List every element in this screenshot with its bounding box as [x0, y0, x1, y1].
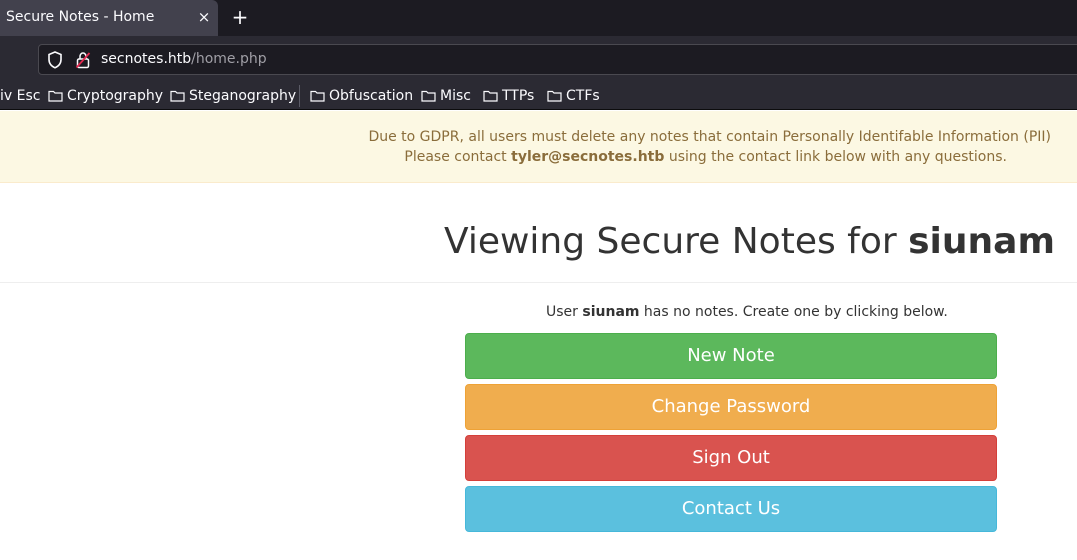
contact-us-button[interactable]: Contact Us: [465, 486, 997, 532]
tracking-protection-shield-icon[interactable]: [47, 51, 63, 69]
bookmark-label: Obfuscation: [329, 88, 414, 104]
folder-icon: [421, 90, 436, 102]
bookmark-misc[interactable]: Misc: [421, 87, 471, 105]
bookmarks-toolbar: iv Esc Cryptography Steganography Obfusc…: [0, 82, 1077, 110]
page-title-prefix: Viewing Secure Notes for: [444, 221, 909, 262]
bookmark-label: Steganography: [189, 88, 297, 104]
bookmark-label: TTPs: [502, 88, 535, 104]
folder-icon: [48, 90, 63, 102]
bookmark-ttps[interactable]: TTPs: [483, 87, 534, 105]
notice-text: using the contact link below with any qu…: [664, 149, 1007, 165]
notice-line-2: Please contact tyler@secnotes.htb using …: [404, 149, 1007, 165]
change-password-button[interactable]: Change Password: [465, 384, 997, 430]
info-username: siunam: [582, 304, 640, 320]
gdpr-notice: Due to GDPR, all users must delete any n…: [0, 111, 1077, 183]
tab-secure-notes-home[interactable]: Secure Notes - Home ×: [0, 0, 218, 36]
bookmark-label: CTFs: [566, 88, 600, 104]
page-title-username: siunam: [908, 221, 1055, 262]
folder-icon: [547, 90, 562, 102]
bookmark-label: iv Esc: [0, 88, 41, 104]
new-tab-icon[interactable]: +: [229, 5, 251, 29]
insecure-lock-icon[interactable]: [75, 51, 91, 69]
info-suffix: has no notes. Create one by clicking bel…: [639, 304, 948, 320]
divider: [0, 282, 1077, 283]
url-path: /home.php: [191, 51, 267, 67]
bookmark-priv-esc[interactable]: iv Esc: [0, 87, 40, 105]
bookmark-separator: [299, 85, 300, 107]
tab-strip: Secure Notes - Home × +: [0, 0, 1077, 36]
url-text[interactable]: secnotes.htb/home.php: [101, 51, 267, 67]
notice-line-1: Due to GDPR, all users must delete any n…: [368, 129, 1051, 145]
no-notes-message: User siunam has no notes. Create one by …: [546, 304, 948, 320]
contact-email: tyler@secnotes.htb: [511, 149, 665, 165]
bookmark-label: Cryptography: [67, 88, 164, 104]
navigation-bar: secnotes.htb/home.php: [0, 36, 1077, 82]
bookmark-ctfs[interactable]: CTFs: [547, 87, 600, 105]
folder-icon: [170, 90, 185, 102]
bookmark-cryptography[interactable]: Cryptography: [48, 87, 163, 105]
folder-icon: [310, 90, 325, 102]
new-note-button[interactable]: New Note: [465, 333, 997, 379]
bookmark-obfuscation[interactable]: Obfuscation: [310, 87, 413, 105]
page-title: Viewing Secure Notes for siunam: [444, 221, 1055, 262]
info-prefix: User: [546, 304, 583, 320]
bookmark-label: Misc: [440, 88, 471, 104]
url-bar[interactable]: secnotes.htb/home.php: [38, 44, 1077, 75]
sign-out-button[interactable]: Sign Out: [465, 435, 997, 481]
notice-text: Please contact: [404, 149, 512, 165]
tab-title: Secure Notes - Home: [6, 9, 155, 25]
bookmark-steganography[interactable]: Steganography: [170, 87, 296, 105]
tab-close-icon[interactable]: ×: [195, 6, 213, 28]
url-host: secnotes.htb: [101, 51, 192, 67]
folder-icon: [483, 90, 498, 102]
